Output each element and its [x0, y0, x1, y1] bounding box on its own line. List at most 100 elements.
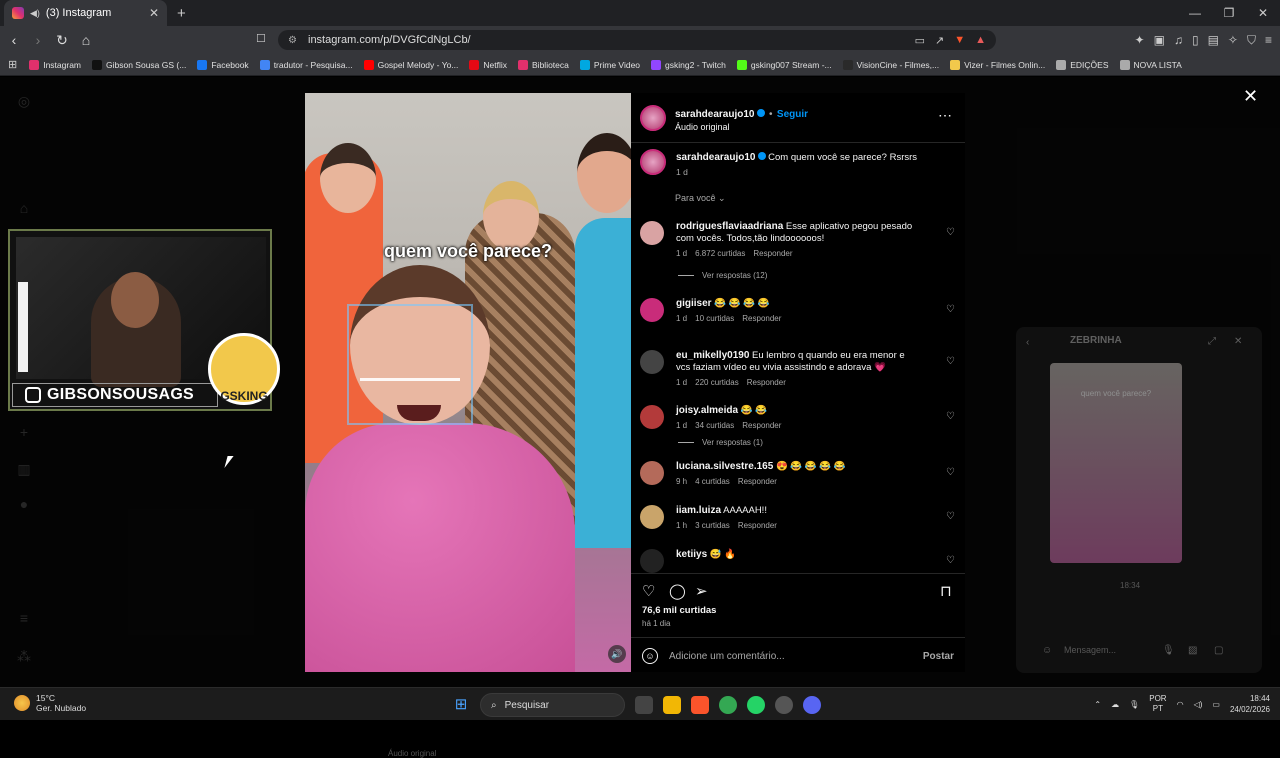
language-indicator[interactable]: POR PT	[1149, 694, 1166, 714]
bookmark-icon[interactable]: ☐	[256, 32, 266, 45]
media-icon[interactable]: ♫	[1174, 33, 1183, 47]
bookmark-item[interactable]: tradutor - Pesquisa...	[259, 59, 353, 70]
bookmark-item[interactable]: Vizer - Filmes Onlin...	[950, 59, 1045, 70]
discord-icon[interactable]	[803, 696, 821, 714]
cloud-icon[interactable]: ☁	[1111, 700, 1119, 709]
bookmark-item[interactable]: Netflix	[469, 59, 507, 70]
shared-post-thumbnail[interactable]: quem você parece?	[1050, 363, 1182, 563]
sort-dropdown[interactable]: Para você ⌄	[675, 193, 726, 204]
menu-icon[interactable]: ≡	[1265, 33, 1272, 47]
comment-like-icon[interactable]: ♡	[946, 304, 955, 315]
whatsapp-icon[interactable]	[747, 696, 765, 714]
brave-shields-icon[interactable]: ▼	[954, 34, 965, 46]
like-icon[interactable]: ♡	[642, 582, 655, 600]
back-icon[interactable]: ‹	[4, 32, 24, 48]
sidebar-icon[interactable]: ▯	[1192, 33, 1199, 47]
reply-button[interactable]: Responder	[738, 521, 777, 530]
comment-likes[interactable]: 3 curtidas	[695, 521, 730, 530]
volume-icon[interactable]: ◁)	[1194, 700, 1203, 709]
restore-button[interactable]: ❐	[1212, 0, 1246, 26]
back-icon[interactable]: ‹	[1026, 337, 1029, 348]
bookmark-item[interactable]: gsking2 - Twitch	[651, 59, 726, 70]
apps-grid-icon[interactable]: ⊞	[8, 58, 17, 71]
view-replies-button[interactable]: Ver respostas (12)	[678, 271, 767, 280]
caption-username[interactable]: sarahdearaujo10	[676, 152, 756, 163]
comment-likes[interactable]: 4 curtidas	[695, 477, 730, 486]
close-window-button[interactable]: ✕	[1246, 0, 1280, 26]
commenter-username[interactable]: iiam.luiza	[676, 505, 721, 516]
bookmark-item[interactable]: gsking007 Stream -...	[736, 59, 832, 70]
address-bar[interactable]: ⚙ instagram.com/p/DVGfCdNgLCb/ ▭ ↗ ▼ ▲	[278, 30, 996, 50]
commenter-username[interactable]: eu_mikelly0190	[676, 350, 749, 361]
comment-like-icon[interactable]: ♡	[946, 555, 955, 566]
battery-icon[interactable]: ▭	[1212, 700, 1220, 709]
reply-button[interactable]: Responder	[738, 477, 777, 486]
commenter-username[interactable]: luciana.silvestre.165	[676, 461, 773, 472]
weather-widget[interactable]: 15°C Ger. Nublado	[14, 693, 86, 713]
microphone-icon[interactable]: 🎙	[1129, 700, 1139, 709]
reply-button[interactable]: Responder	[742, 314, 781, 323]
follow-button[interactable]: Seguir	[777, 109, 808, 120]
post-comment-button[interactable]: Postar	[923, 651, 954, 662]
commenter-avatar[interactable]	[640, 461, 664, 485]
save-icon[interactable]: ⊓	[940, 582, 952, 600]
wifi-icon[interactable]: ◠	[1177, 700, 1184, 709]
vpn-icon[interactable]: ⛉	[1247, 33, 1256, 48]
bookmark-item[interactable]: Facebook	[197, 59, 249, 70]
wallet-icon[interactable]: ▤	[1208, 33, 1219, 47]
comment-like-icon[interactable]: ♡	[946, 511, 955, 522]
bookmark-item[interactable]: Prime Video	[579, 59, 640, 70]
close-chat-icon[interactable]: ✕	[1234, 336, 1242, 347]
author-avatar[interactable]	[640, 105, 666, 131]
image-icon[interactable]: ▨	[1188, 645, 1197, 656]
audio-label[interactable]: Áudio original	[675, 122, 808, 132]
share-icon[interactable]: ↗	[935, 34, 944, 47]
comment-likes[interactable]: 10 curtidas	[695, 314, 734, 323]
taskbar-search[interactable]: ⌕ Pesquisar	[480, 693, 625, 717]
task-view-icon[interactable]	[635, 696, 653, 714]
close-tab-icon[interactable]: ✕	[149, 6, 159, 20]
reply-button[interactable]: Responder	[753, 249, 792, 258]
commenter-username[interactable]: gigiiser	[676, 298, 712, 309]
minimize-button[interactable]: —	[1178, 0, 1212, 26]
tray-overflow-icon[interactable]: ⌃	[1094, 700, 1101, 709]
post-video[interactable]: quem você parece? 🔊	[305, 93, 631, 672]
leo-ai-icon[interactable]: ✧	[1228, 33, 1238, 47]
commenter-username[interactable]: rodriguesflaviaadriana	[676, 221, 783, 232]
commenter-avatar[interactable]	[640, 505, 664, 529]
file-explorer-icon[interactable]	[663, 696, 681, 714]
expand-icon[interactable]: ⤢	[1208, 336, 1216, 347]
comment-likes[interactable]: 220 curtidas	[695, 378, 739, 387]
commenter-avatar[interactable]	[640, 405, 664, 429]
commenter-avatar[interactable]	[640, 221, 664, 245]
home-icon[interactable]: ⌂	[76, 32, 96, 48]
comment-icon[interactable]: ◯	[669, 582, 686, 600]
new-tab-button[interactable]: +	[177, 5, 186, 22]
caption-avatar[interactable]	[640, 149, 666, 175]
commenter-avatar[interactable]	[640, 350, 664, 374]
commenter-username[interactable]: joisy.almeida	[676, 405, 738, 416]
browser-tab[interactable]: ◀) (3) Instagram ✕	[4, 0, 167, 26]
comment-like-icon[interactable]: ♡	[946, 356, 955, 367]
emoji-icon[interactable]: ☺	[642, 648, 658, 664]
cast-icon[interactable]: ▭	[915, 34, 925, 47]
microphone-icon[interactable]: 🎙	[1162, 645, 1175, 656]
author-username[interactable]: sarahdearaujo10	[675, 109, 755, 120]
reload-icon[interactable]: ↻	[52, 32, 72, 49]
close-modal-icon[interactable]: ✕	[1243, 86, 1258, 107]
view-replies-button[interactable]: Ver respostas (1)	[678, 438, 763, 447]
extensions-icon[interactable]: ✦	[1135, 33, 1145, 47]
windows-start-icon[interactable]: ⊞	[452, 696, 470, 714]
more-options-icon[interactable]: ⋯	[938, 107, 952, 124]
app-icon[interactable]	[775, 696, 793, 714]
reply-button[interactable]: Responder	[742, 421, 781, 430]
url-text[interactable]: instagram.com/p/DVGfCdNgLCb/	[308, 34, 471, 46]
comment-likes[interactable]: 34 curtidas	[695, 421, 734, 430]
bookmark-item[interactable]: VisionCine - Filmes,...	[842, 59, 939, 70]
emoji-icon[interactable]: ☺	[1042, 645, 1052, 656]
bookmark-item[interactable]: Gospel Melody - Yo...	[363, 59, 458, 70]
commenter-username[interactable]: ketiiys	[676, 549, 707, 560]
speaker-icon[interactable]: ◀)	[30, 8, 40, 19]
comment-like-icon[interactable]: ♡	[946, 467, 955, 478]
bookmark-item[interactable]: Instagram	[29, 59, 81, 70]
